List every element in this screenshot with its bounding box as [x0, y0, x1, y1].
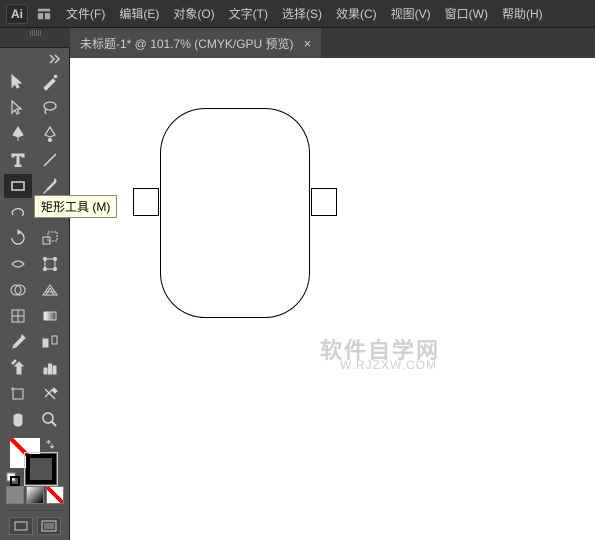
- menu-view[interactable]: 视图(V): [391, 5, 431, 22]
- shaper-tool[interactable]: [4, 200, 32, 224]
- menu-effect[interactable]: 效果(C): [336, 5, 377, 22]
- color-mode-row: [4, 486, 65, 504]
- selection-tool[interactable]: [4, 70, 32, 94]
- artboard-tool[interactable]: [4, 382, 32, 406]
- menu-window[interactable]: 窗口(W): [445, 5, 488, 22]
- perspective-grid-tool[interactable]: [36, 278, 64, 302]
- color-mode-none[interactable]: [46, 486, 64, 504]
- menu-object[interactable]: 对象(O): [173, 5, 214, 22]
- drawn-rectangle-right[interactable]: [311, 188, 337, 216]
- app-logo: Ai: [6, 4, 28, 24]
- main-menu: 文件(F) 编辑(E) 对象(O) 文字(T) 选择(S) 效果(C) 视图(V…: [66, 5, 543, 22]
- menu-bar: Ai 文件(F) 编辑(E) 对象(O) 文字(T) 选择(S) 效果(C) 视…: [0, 0, 595, 28]
- blend-tool[interactable]: [36, 330, 64, 354]
- lasso-tool[interactable]: [36, 96, 64, 120]
- eyedropper-tool[interactable]: [4, 330, 32, 354]
- close-tab-icon[interactable]: ×: [304, 36, 312, 51]
- swap-fill-stroke-icon[interactable]: [44, 438, 56, 450]
- menu-select[interactable]: 选择(S): [282, 5, 322, 22]
- hand-tool[interactable]: [4, 408, 32, 432]
- free-transform-tool[interactable]: [36, 252, 64, 276]
- type-tool[interactable]: [4, 148, 32, 172]
- slice-tool[interactable]: [36, 382, 64, 406]
- document-tab-bar: 未标题-1* @ 101.7% (CMYK/GPU 预览) ×: [70, 28, 595, 58]
- stroke-swatch[interactable]: [26, 454, 56, 484]
- document-tab[interactable]: 未标题-1* @ 101.7% (CMYK/GPU 预览) ×: [70, 28, 321, 58]
- line-segment-tool[interactable]: [36, 148, 64, 172]
- draw-mode-button[interactable]: [9, 517, 33, 535]
- tool-panel-header[interactable]: [0, 28, 70, 48]
- menu-file[interactable]: 文件(F): [66, 5, 105, 22]
- tools-panel: [0, 48, 70, 540]
- document-title: 未标题-1* @ 101.7% (CMYK/GPU 预览): [80, 35, 294, 52]
- tool-tooltip: 矩形工具 (M): [34, 195, 117, 218]
- color-mode-gradient[interactable]: [26, 486, 44, 504]
- width-tool[interactable]: [4, 252, 32, 276]
- rotate-tool[interactable]: [4, 226, 32, 250]
- default-fill-stroke-icon[interactable]: [6, 472, 20, 486]
- drag-handle-icon[interactable]: [15, 30, 55, 38]
- menu-type[interactable]: 文字(T): [229, 5, 268, 22]
- rectangle-tool[interactable]: [4, 174, 32, 198]
- shape-builder-tool[interactable]: [4, 278, 32, 302]
- mesh-tool[interactable]: [4, 304, 32, 328]
- drawn-rectangle-left[interactable]: [133, 188, 159, 216]
- curvature-tool[interactable]: [36, 122, 64, 146]
- screen-mode-row: [4, 517, 65, 535]
- canvas[interactable]: 软件自学网 W.RJZXW.COM: [70, 58, 595, 540]
- magic-wand-tool[interactable]: [36, 70, 64, 94]
- tools-grid: [4, 70, 65, 432]
- menu-edit[interactable]: 编辑(E): [119, 5, 159, 22]
- color-mode-solid[interactable]: [6, 486, 24, 504]
- pen-tool[interactable]: [4, 122, 32, 146]
- column-graph-tool[interactable]: [36, 356, 64, 380]
- watermark-url: W.RJZXW.COM: [340, 358, 437, 372]
- app-logo-text: Ai: [11, 7, 23, 21]
- menu-help[interactable]: 帮助(H): [502, 5, 543, 22]
- collapse-panel-icon[interactable]: [4, 54, 65, 68]
- screen-mode-button[interactable]: [37, 517, 61, 535]
- symbol-sprayer-tool[interactable]: [4, 356, 32, 380]
- workspace-switcher-icon[interactable]: [36, 6, 52, 22]
- zoom-tool[interactable]: [36, 408, 64, 432]
- fill-stroke-swatches[interactable]: [4, 438, 65, 484]
- direct-selection-tool[interactable]: [4, 96, 32, 120]
- divider: [6, 510, 63, 511]
- scale-tool[interactable]: [36, 226, 64, 250]
- gradient-tool[interactable]: [36, 304, 64, 328]
- drawn-rounded-rectangle[interactable]: [160, 108, 310, 318]
